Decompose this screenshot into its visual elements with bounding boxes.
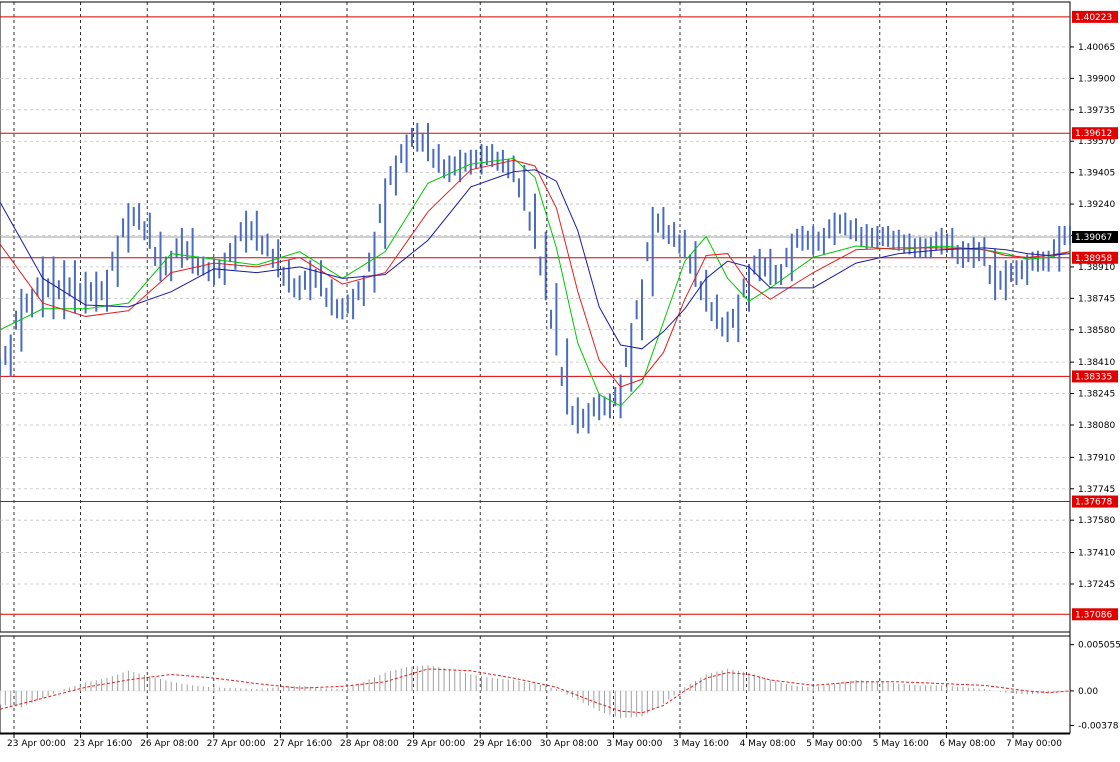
price-chart[interactable]: 23 Apr 00:00 23 Apr 16:00 26 Apr 08:00 27 A… bbox=[0, 0, 1120, 758]
oscillator-y-tick-label: 0.005055 bbox=[1078, 641, 1120, 651]
x-tick-label: 4 May 08:00 bbox=[740, 739, 796, 749]
chart-canvas[interactable]: 23 Apr 00:00 23 Apr 16:00 26 Apr 08:00 27 A… bbox=[0, 0, 1120, 758]
main-panel-frame bbox=[0, 1, 1071, 633]
x-tick-label: 26 Apr 08:00 bbox=[140, 739, 199, 749]
x-tick-label: 28 Apr 08:00 bbox=[340, 739, 399, 749]
y-tick-label: 1.39405 bbox=[1078, 169, 1115, 179]
x-tick-label: 29 Apr 00:00 bbox=[407, 739, 466, 749]
x-tick-label: 7 May 00:00 bbox=[1006, 739, 1062, 749]
y-tick-label: 1.37745 bbox=[1078, 485, 1115, 495]
y-tick-label: 1.39240 bbox=[1078, 200, 1115, 210]
x-tick-label: 3 May 16:00 bbox=[673, 739, 729, 749]
x-tick-label: 29 Apr 16:00 bbox=[473, 739, 532, 749]
level-label: 1.38335 bbox=[1075, 372, 1112, 382]
oscillator-y-tick-label: 0.00 bbox=[1078, 687, 1098, 697]
y-tick-label: 1.39900 bbox=[1078, 74, 1115, 84]
level-label: 1.39612 bbox=[1075, 129, 1112, 139]
x-tick-label: 5 May 16:00 bbox=[873, 739, 929, 749]
level-label: 1.40223 bbox=[1075, 13, 1112, 23]
x-tick-label: 23 Apr 00:00 bbox=[7, 739, 66, 749]
y-tick-label: 1.40065 bbox=[1078, 43, 1115, 53]
level-label: 1.37086 bbox=[1075, 610, 1112, 620]
y-tick-label: 1.37410 bbox=[1078, 549, 1115, 559]
y-tick-label: 1.38910 bbox=[1078, 263, 1115, 273]
x-tick-label: 30 Apr 08:00 bbox=[540, 739, 599, 749]
level-label: 1.38958 bbox=[1075, 254, 1112, 264]
y-tick-label: 1.37580 bbox=[1078, 516, 1115, 526]
x-tick-label: 23 Apr 16:00 bbox=[74, 739, 133, 749]
x-tick-label: 27 Apr 16:00 bbox=[273, 739, 332, 749]
y-tick-label: 1.38245 bbox=[1078, 390, 1115, 400]
y-tick-label: 1.38410 bbox=[1078, 358, 1115, 368]
y-tick-label: 1.39735 bbox=[1078, 106, 1115, 116]
y-tick-label: 1.38080 bbox=[1078, 421, 1115, 431]
x-tick-label: 6 May 08:00 bbox=[939, 739, 995, 749]
oscillator-y-tick-label: -0.00378 bbox=[1078, 721, 1119, 731]
y-tick-label: 1.37910 bbox=[1078, 453, 1115, 463]
x-tick-label: 27 Apr 00:00 bbox=[207, 739, 266, 749]
level-label: 1.37678 bbox=[1075, 498, 1112, 508]
x-tick-label: 3 May 00:00 bbox=[606, 739, 662, 749]
current-price-label: 1.39067 bbox=[1075, 233, 1112, 243]
x-tick-label: 5 May 00:00 bbox=[806, 739, 862, 749]
y-tick-label: 1.37245 bbox=[1078, 580, 1115, 590]
y-tick-label: 1.38745 bbox=[1078, 294, 1115, 304]
y-tick-label: 1.38580 bbox=[1078, 326, 1115, 336]
